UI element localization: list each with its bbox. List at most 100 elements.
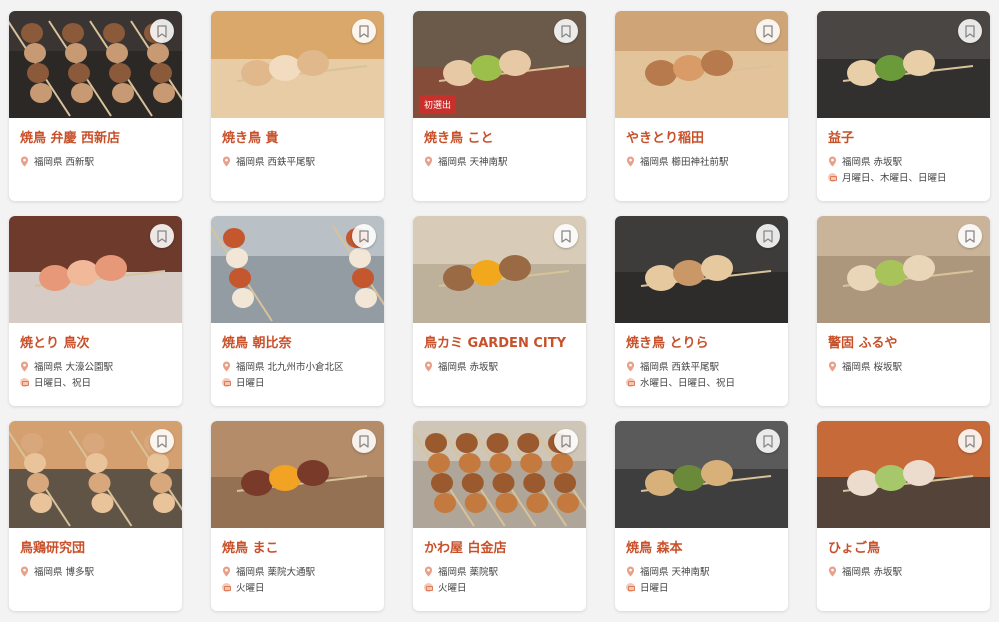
shop-location: 福岡県 西鉄平尾駅: [222, 153, 373, 169]
shop-card[interactable]: 焼とり 鳥次福岡県 大濠公園駅 日曜日、祝日: [9, 216, 182, 406]
bookmark-icon[interactable]: [958, 19, 982, 43]
bookmark-icon[interactable]: [150, 224, 174, 248]
location-pin-icon: [424, 361, 438, 372]
shop-card[interactable]: 焼鳥 弁慶 西新店福岡県 西新駅: [9, 11, 182, 201]
shop-card[interactable]: 鳥カミ GARDEN CITY 福岡県 赤坂駅: [413, 216, 586, 406]
shop-name[interactable]: 焼き鳥 貴: [222, 130, 373, 148]
location-pin-icon: [222, 566, 236, 577]
location-pin-icon: [222, 361, 236, 372]
shop-card-grid: 焼鳥 弁慶 西新店 福岡県 西新駅 焼き鳥 貴福岡県 西鉄平尾駅 初選出 焼き鳥 こと福…: [9, 11, 990, 611]
shop-name[interactable]: 焼き鳥 こと: [424, 130, 575, 148]
shop-card[interactable]: 焼鳥 朝比奈 福岡県 北九州市小倉北区 日曜日: [211, 216, 384, 406]
shop-photo[interactable]: [9, 421, 182, 528]
shop-name[interactable]: 焼鳥 朝比奈: [222, 335, 373, 353]
shop-photo[interactable]: [9, 11, 182, 118]
shop-photo[interactable]: [615, 421, 788, 528]
shop-closed-days: 日曜日: [626, 579, 777, 595]
shop-photo[interactable]: [817, 11, 990, 118]
shop-name[interactable]: 焼鳥 まこ: [222, 540, 373, 558]
bookmark-icon[interactable]: [352, 19, 376, 43]
shop-card[interactable]: 初選出焼き鳥 こと 福岡県 天神南駅: [413, 11, 586, 201]
shop-card[interactable]: 鳥鶏研究団福岡県 博多駅: [9, 421, 182, 611]
location-text: 福岡県 博多駅: [34, 567, 95, 578]
bookmark-icon[interactable]: [756, 429, 780, 453]
shop-location: 福岡県 天神南駅: [626, 563, 777, 579]
shop-name[interactable]: 警固 ふるや: [828, 335, 979, 353]
shop-card[interactable]: 益子福岡県 赤坂駅月曜日、木曜日、日曜日: [817, 11, 990, 201]
bookmark-icon[interactable]: [756, 19, 780, 43]
calendar-icon: [626, 377, 635, 387]
calendar-icon: [20, 377, 29, 387]
shop-location: 福岡県 西鉄平尾駅: [626, 358, 777, 374]
shop-photo[interactable]: [9, 216, 182, 323]
bookmark-icon[interactable]: [554, 19, 578, 43]
shop-name[interactable]: 焼鳥 森本: [626, 540, 777, 558]
shop-card[interactable]: やきとり稲田 福岡県 櫛田神社前駅: [615, 11, 788, 201]
location-text: 福岡県 西鉄平尾駅: [640, 362, 720, 373]
shop-photo[interactable]: [211, 216, 384, 323]
shop-location: 福岡県 櫛田神社前駅: [626, 153, 777, 169]
bookmark-icon[interactable]: [150, 19, 174, 43]
location-pin-icon: [20, 156, 34, 167]
shop-location: 福岡県 博多駅: [20, 563, 171, 579]
closed-days-text: 水曜日、日曜日、祝日: [640, 378, 736, 389]
bookmark-icon[interactable]: [150, 429, 174, 453]
location-text: 福岡県 薬院大通駅: [236, 567, 316, 578]
bookmark-icon[interactable]: [554, 429, 578, 453]
location-text: 福岡県 大濠公園駅: [34, 362, 114, 373]
shop-closed-days: 月曜日、木曜日、日曜日: [828, 169, 979, 185]
location-text: 福岡県 薬院駅: [438, 567, 499, 578]
shop-name[interactable]: やきとり稲田: [626, 130, 777, 148]
shop-photo[interactable]: [817, 421, 990, 528]
shop-name[interactable]: かわ屋 白金店: [424, 540, 575, 558]
shop-name[interactable]: 焼とり 鳥次: [20, 335, 171, 353]
shop-location: 福岡県 赤坂駅: [828, 153, 979, 169]
bookmark-icon[interactable]: [756, 224, 780, 248]
bookmark-icon[interactable]: [958, 224, 982, 248]
shop-name[interactable]: 焼鳥 弁慶 西新店: [20, 130, 171, 148]
shop-photo[interactable]: 初選出: [413, 11, 586, 118]
location-text: 福岡県 天神南駅: [640, 567, 710, 578]
shop-photo[interactable]: [615, 11, 788, 118]
shop-card[interactable]: 焼鳥 森本福岡県 天神南駅 日曜日: [615, 421, 788, 611]
closed-days-text: 月曜日、木曜日、日曜日: [842, 173, 947, 184]
shop-location: 福岡県 北九州市小倉北区: [222, 358, 373, 374]
shop-closed-days: 水曜日、日曜日、祝日: [626, 374, 777, 390]
shop-location: 福岡県 大濠公園駅: [20, 358, 171, 374]
shop-name[interactable]: 益子: [828, 130, 979, 148]
shop-name[interactable]: 焼き鳥 とりら: [626, 335, 777, 353]
shop-card[interactable]: ひょご鳥 福岡県 赤坂駅: [817, 421, 990, 611]
shop-photo[interactable]: [615, 216, 788, 323]
shop-card[interactable]: 焼鳥 まこ 福岡県 薬院大通駅 火曜日: [211, 421, 384, 611]
location-pin-icon: [20, 361, 34, 372]
shop-card[interactable]: 焼き鳥 とりら福岡県 西鉄平尾駅水曜日、日曜日、祝日: [615, 216, 788, 406]
shop-card[interactable]: 焼き鳥 貴福岡県 西鉄平尾駅: [211, 11, 384, 201]
shop-name[interactable]: 鳥鶏研究団: [20, 540, 171, 558]
shop-photo[interactable]: [211, 11, 384, 118]
calendar-icon: [424, 582, 433, 592]
shop-photo[interactable]: [817, 216, 990, 323]
calendar-icon: [222, 582, 231, 592]
shop-card[interactable]: かわ屋 白金店 福岡県 薬院駅 火曜日: [413, 421, 586, 611]
bookmark-icon[interactable]: [352, 224, 376, 248]
calendar-icon: [222, 377, 231, 387]
shop-photo[interactable]: [413, 216, 586, 323]
location-text: 福岡県 西鉄平尾駅: [236, 157, 316, 168]
shop-location: 福岡県 薬院駅: [424, 563, 575, 579]
location-pin-icon: [828, 566, 842, 577]
shop-photo[interactable]: [413, 421, 586, 528]
location-text: 福岡県 桜坂駅: [842, 362, 903, 373]
location-text: 福岡県 赤坂駅: [842, 157, 903, 168]
shop-location: 福岡県 天神南駅: [424, 153, 575, 169]
location-text: 福岡県 西新駅: [34, 157, 95, 168]
bookmark-icon[interactable]: [958, 429, 982, 453]
shop-closed-days: 日曜日、祝日: [20, 374, 171, 390]
location-pin-icon: [626, 566, 640, 577]
bookmark-icon[interactable]: [352, 429, 376, 453]
shop-card[interactable]: 警固 ふるや福岡県 桜坂駅: [817, 216, 990, 406]
shop-name[interactable]: 鳥カミ GARDEN CITY: [424, 335, 575, 353]
shop-photo[interactable]: [211, 421, 384, 528]
shop-name[interactable]: ひょご鳥: [828, 540, 979, 558]
bookmark-icon[interactable]: [554, 224, 578, 248]
location-pin-icon: [828, 361, 842, 372]
